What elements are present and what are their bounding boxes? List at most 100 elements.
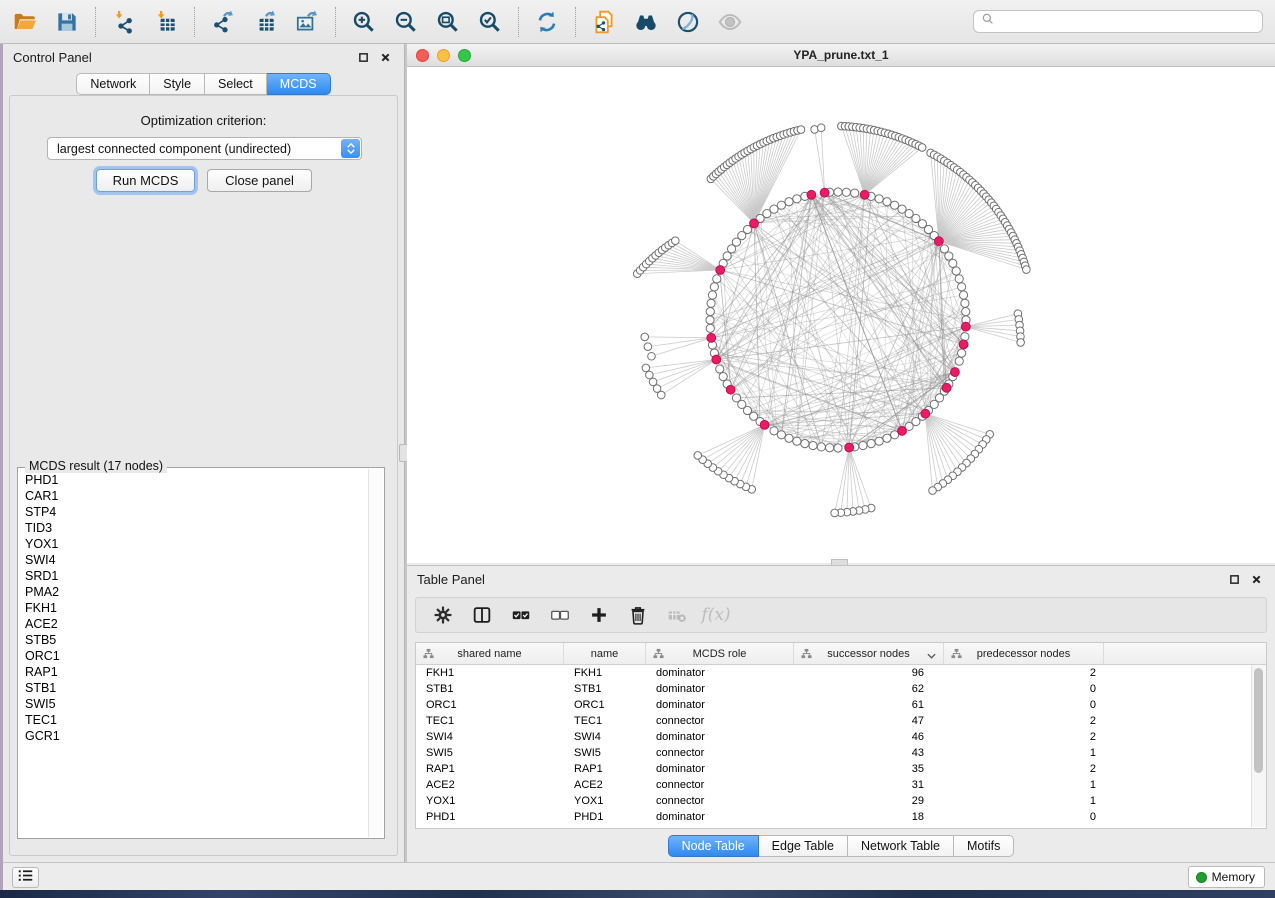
tab-mcds[interactable]: MCDS (267, 73, 331, 95)
table-row[interactable]: STB1STB1dominator620 (416, 681, 1266, 697)
function-builder-icon[interactable]: f(x) (701, 600, 731, 630)
table-scrollbar-thumb[interactable] (1254, 668, 1263, 773)
tab-network[interactable]: Network (76, 73, 150, 95)
table-row[interactable]: ACE2ACE2connector311 (416, 777, 1266, 793)
table-row[interactable]: PHD1PHD1dominator180 (416, 809, 1266, 825)
close-panel-icon[interactable] (377, 49, 394, 66)
mcds-result-item[interactable]: SWI5 (19, 696, 368, 712)
table-row[interactable]: YOX1YOX1connector291 (416, 793, 1266, 809)
zoom-out-icon[interactable] (389, 5, 423, 39)
cell: YOX1 (416, 795, 564, 807)
tab-edge-table[interactable]: Edge Table (759, 835, 848, 857)
close-table-panel-icon[interactable] (1248, 571, 1265, 588)
mcds-result-item[interactable]: STB1 (19, 680, 368, 696)
zoom-selected-icon[interactable] (473, 5, 507, 39)
float-table-panel-icon[interactable] (1226, 571, 1243, 588)
maximize-window-icon[interactable] (458, 49, 471, 62)
table-row[interactable]: SWI5SWI5connector431 (416, 745, 1266, 761)
mcds-result-item[interactable]: SWI4 (19, 552, 368, 568)
memory-button[interactable]: Memory (1188, 866, 1265, 888)
cell: TEC1 (564, 715, 646, 727)
network-canvas[interactable] (407, 68, 1275, 563)
column-header-successor-nodes[interactable]: successor nodes (794, 643, 944, 664)
float-panel-icon[interactable] (355, 49, 372, 66)
import-network-from-file-icon[interactable] (107, 5, 141, 39)
mcds-result-item[interactable]: CAR1 (19, 488, 368, 504)
cell: SWI5 (564, 747, 646, 759)
export-image-icon[interactable] (290, 5, 324, 39)
mcds-result-item[interactable]: PHD1 (19, 472, 368, 488)
mcds-result-item[interactable]: ACE2 (19, 616, 368, 632)
table-scrollbar[interactable] (1251, 665, 1266, 827)
network-graph[interactable] (407, 68, 1275, 563)
tab-node-table[interactable]: Node Table (668, 835, 759, 857)
table-row[interactable]: SWI4SWI4dominator462 (416, 729, 1266, 745)
open-file-icon[interactable] (8, 5, 42, 39)
mcds-result-item[interactable]: GCR1 (19, 728, 368, 744)
column-header-mcds-role[interactable]: MCDS role (646, 643, 794, 664)
select-stepper-icon (341, 139, 360, 158)
delete-selected-columns-icon[interactable] (623, 600, 653, 630)
table-row[interactable]: TEC1TEC1connector472 (416, 713, 1266, 729)
mcds-result-item[interactable]: STP4 (19, 504, 368, 520)
toolbar-separator (194, 7, 195, 37)
mcds-result-item[interactable]: TEC1 (19, 712, 368, 728)
export-table-icon[interactable] (248, 5, 282, 39)
control-panel-title: Control Panel (13, 50, 92, 65)
column-header-name[interactable]: name (564, 643, 646, 664)
attribute-icon (801, 648, 812, 662)
table-header-row: shared namenameMCDS rolesuccessor nodesp… (416, 643, 1266, 665)
mcds-result-item[interactable]: PMA2 (19, 584, 368, 600)
column-header-predecessor-nodes[interactable]: predecessor nodes (944, 643, 1104, 664)
close-panel-button[interactable]: Close panel (207, 169, 312, 192)
table-row[interactable]: FKH1FKH1dominator962 (416, 665, 1266, 681)
memory-status-icon (1196, 872, 1207, 883)
tab-network-table[interactable]: Network Table (848, 835, 954, 857)
create-column-icon[interactable] (584, 600, 614, 630)
mcds-result-item[interactable]: FKH1 (19, 600, 368, 616)
zoom-in-icon[interactable] (347, 5, 381, 39)
minimize-window-icon[interactable] (437, 49, 450, 62)
run-mcds-button[interactable]: Run MCDS (96, 169, 195, 192)
mcds-list-scrollbar[interactable] (368, 469, 383, 837)
column-header-shared-name[interactable]: shared name (416, 643, 564, 664)
toggle-columns-icon[interactable] (467, 600, 497, 630)
save-session-icon[interactable] (50, 5, 84, 39)
toolbar-separator (95, 7, 96, 37)
import-table-from-file-icon[interactable] (149, 5, 183, 39)
find-icon[interactable] (629, 5, 663, 39)
tab-motifs[interactable]: Motifs (954, 835, 1014, 857)
mcds-result-list: PHD1CAR1STP4TID3YOX1SWI4SRD1PMA2FKH1ACE2… (19, 472, 368, 836)
search-box[interactable] (973, 10, 1263, 33)
birds-eye-view-icon[interactable] (713, 5, 747, 39)
tab-select[interactable]: Select (205, 73, 267, 95)
show-graphics-details-icon[interactable] (671, 5, 705, 39)
cell: 29 (794, 795, 944, 807)
export-network-icon[interactable] (206, 5, 240, 39)
zoom-fit-icon[interactable] (431, 5, 465, 39)
network-title: YPA_prune.txt_1 (793, 48, 888, 62)
mcds-result-item[interactable]: YOX1 (19, 536, 368, 552)
cell: 47 (794, 715, 944, 727)
deselect-all-icon[interactable] (545, 600, 575, 630)
mcds-result-item[interactable]: STB5 (19, 632, 368, 648)
node-table: shared namenameMCDS rolesuccessor nodesp… (415, 642, 1267, 829)
tab-style[interactable]: Style (150, 73, 205, 95)
select-all-icon[interactable] (506, 600, 536, 630)
search-input[interactable] (1000, 14, 1255, 30)
mcds-result-item[interactable]: RAP1 (19, 664, 368, 680)
apply-preferred-layout-icon[interactable] (530, 5, 564, 39)
optimization-criterion-select[interactable]: largest connected component (undirected) (47, 137, 362, 160)
mcds-result-item[interactable]: TID3 (19, 520, 368, 536)
delete-table-icon[interactable] (662, 600, 692, 630)
table-mode-icon[interactable] (428, 600, 458, 630)
cell: dominator (646, 731, 794, 743)
mcds-result-item[interactable]: ORC1 (19, 648, 368, 664)
close-window-icon[interactable] (416, 49, 429, 62)
new-network-from-selection-icon[interactable] (587, 5, 621, 39)
mcds-result-item[interactable]: SRD1 (19, 568, 368, 584)
table-toolbar: f(x) (415, 597, 1267, 633)
task-history-button[interactable] (12, 867, 39, 888)
table-row[interactable]: RAP1RAP1dominator352 (416, 761, 1266, 777)
table-row[interactable]: ORC1ORC1dominator610 (416, 697, 1266, 713)
